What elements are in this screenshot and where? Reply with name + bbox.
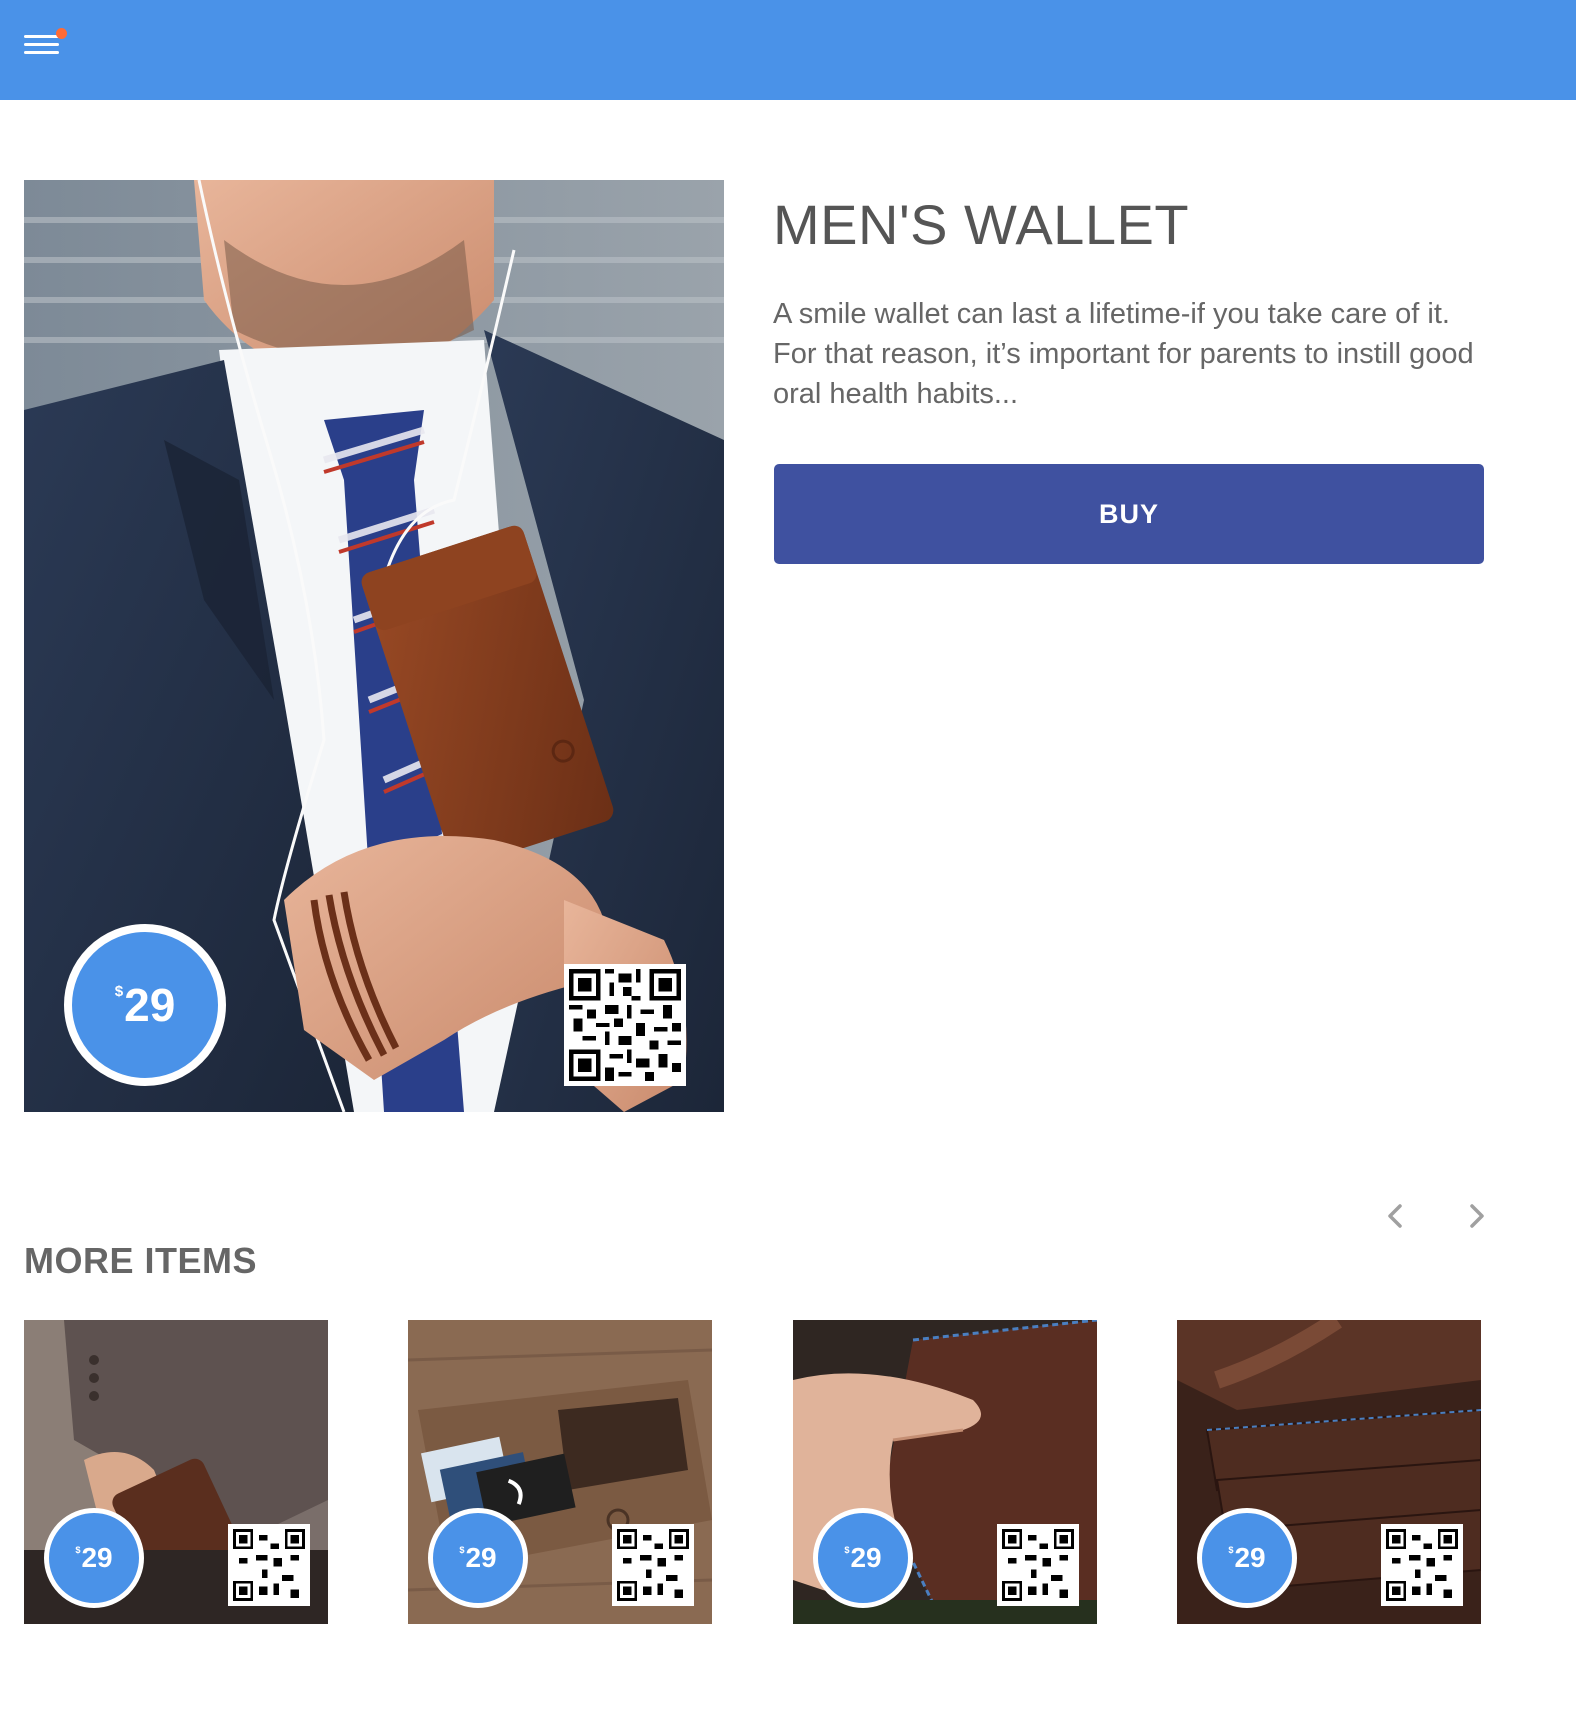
price-value: 29: [465, 1542, 497, 1573]
chevron-right-icon: [1470, 1204, 1484, 1228]
qr-code[interactable]: [564, 964, 686, 1086]
price-badge: $29: [44, 1508, 144, 1608]
price-value: 29: [1234, 1542, 1266, 1573]
price-badge: $29: [428, 1508, 528, 1608]
menu-button[interactable]: [22, 28, 67, 58]
qr-code[interactable]: [612, 1524, 694, 1606]
hamburger-line: [24, 43, 59, 46]
price-currency: $: [114, 982, 124, 1000]
more-item-card[interactable]: $29: [24, 1320, 328, 1624]
carousel-prev-button[interactable]: [1376, 1196, 1416, 1236]
product-description: A smile wallet can last a lifetime-if yo…: [773, 298, 1474, 410]
price-badge: $29: [1197, 1508, 1297, 1608]
price-currency: $: [844, 1544, 850, 1555]
chevron-left-icon: [1388, 1204, 1402, 1228]
more-item-card[interactable]: $29: [408, 1320, 712, 1624]
qr-code[interactable]: [1381, 1524, 1463, 1606]
price-value: 29: [81, 1542, 113, 1573]
price-value: 29: [124, 979, 176, 1031]
qr-code[interactable]: [997, 1524, 1079, 1606]
price-badge: $29: [64, 924, 226, 1086]
hamburger-line: [24, 51, 59, 54]
buy-button[interactable]: BUY: [774, 464, 1484, 564]
price-currency: $: [1228, 1544, 1234, 1555]
price-currency: $: [459, 1544, 465, 1555]
qr-code-icon: [617, 1529, 689, 1601]
top-app-bar: [0, 0, 1576, 100]
carousel-next-button[interactable]: [1456, 1196, 1496, 1236]
product-title: MEN'S WALLET: [773, 193, 1190, 256]
qr-code-icon: [233, 1529, 305, 1601]
price-currency: $: [75, 1544, 81, 1555]
more-item-card[interactable]: $29: [1177, 1320, 1481, 1624]
qr-code-icon: [569, 969, 681, 1081]
more-items-heading: MORE ITEMS: [24, 1240, 258, 1281]
product-hero-image: $29: [24, 180, 724, 1112]
price-value: 29: [850, 1542, 882, 1573]
qr-code[interactable]: [228, 1524, 310, 1606]
price-badge: $29: [813, 1508, 913, 1608]
hamburger-menu-icon: [24, 35, 59, 38]
notification-dot: [56, 28, 67, 39]
qr-code-icon: [1386, 1529, 1458, 1601]
more-item-card[interactable]: $29: [793, 1320, 1097, 1624]
qr-code-icon: [1002, 1529, 1074, 1601]
